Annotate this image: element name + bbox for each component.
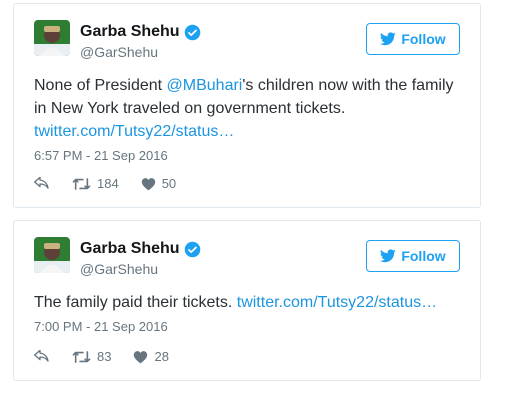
tweet-card: Garba Shehu @GarShehu Follow The family … <box>13 220 481 381</box>
tweet-actions: 83 28 <box>34 349 191 364</box>
reply-icon <box>34 349 50 364</box>
follow-label: Follow <box>401 248 446 264</box>
like-button[interactable]: 50 <box>141 176 176 191</box>
retweet-button[interactable]: 83 <box>72 349 111 364</box>
user-handle[interactable]: @GarShehu <box>80 44 158 60</box>
retweet-count: 184 <box>97 176 119 191</box>
status-link[interactable]: twitter.com/Tutsy22/status… <box>237 294 437 311</box>
follow-label: Follow <box>401 31 446 47</box>
verified-badge-icon <box>184 24 201 41</box>
reply-icon <box>34 176 50 191</box>
follow-button[interactable]: Follow <box>366 240 460 272</box>
user-name-row: Garba Shehu <box>80 23 201 41</box>
tweet-actions: 184 50 <box>34 176 198 191</box>
mention-link[interactable]: @MBuhari <box>167 77 243 94</box>
tweet-text: None of President @MBuhari's children no… <box>34 74 464 143</box>
avatar[interactable] <box>34 20 70 56</box>
reply-button[interactable] <box>34 349 50 364</box>
retweet-icon <box>72 177 91 191</box>
retweet-count: 83 <box>97 349 112 364</box>
reply-button[interactable] <box>34 176 50 191</box>
user-name-row: Garba Shehu <box>80 240 201 258</box>
display-name[interactable]: Garba Shehu <box>80 240 180 258</box>
retweet-icon <box>72 350 91 364</box>
tweet-text-before: The family paid their tickets. <box>34 294 237 311</box>
display-name[interactable]: Garba Shehu <box>80 23 180 41</box>
heart-icon <box>133 350 148 364</box>
like-count: 50 <box>161 176 177 191</box>
tweet-text: The family paid their tickets. twitter.c… <box>34 291 464 314</box>
twitter-bird-icon <box>380 32 397 46</box>
verified-badge-icon <box>184 241 201 258</box>
like-count: 28 <box>154 349 169 364</box>
tweet-card: Garba Shehu @GarShehu Follow None of Pre… <box>13 3 481 208</box>
user-handle[interactable]: @GarShehu <box>80 261 158 277</box>
avatar[interactable] <box>34 237 70 273</box>
status-link[interactable]: twitter.com/Tutsy22/status… <box>34 123 234 140</box>
retweet-button[interactable]: 184 <box>72 176 119 191</box>
follow-button[interactable]: Follow <box>366 23 460 55</box>
heart-icon <box>141 177 156 191</box>
tweet-timestamp[interactable]: 7:00 PM - 21 Sep 2016 <box>34 319 168 334</box>
like-button[interactable]: 28 <box>133 349 169 364</box>
tweet-timestamp[interactable]: 6:57 PM - 21 Sep 2016 <box>34 148 168 163</box>
twitter-bird-icon <box>380 249 397 263</box>
tweet-text-before: None of President <box>34 77 167 94</box>
